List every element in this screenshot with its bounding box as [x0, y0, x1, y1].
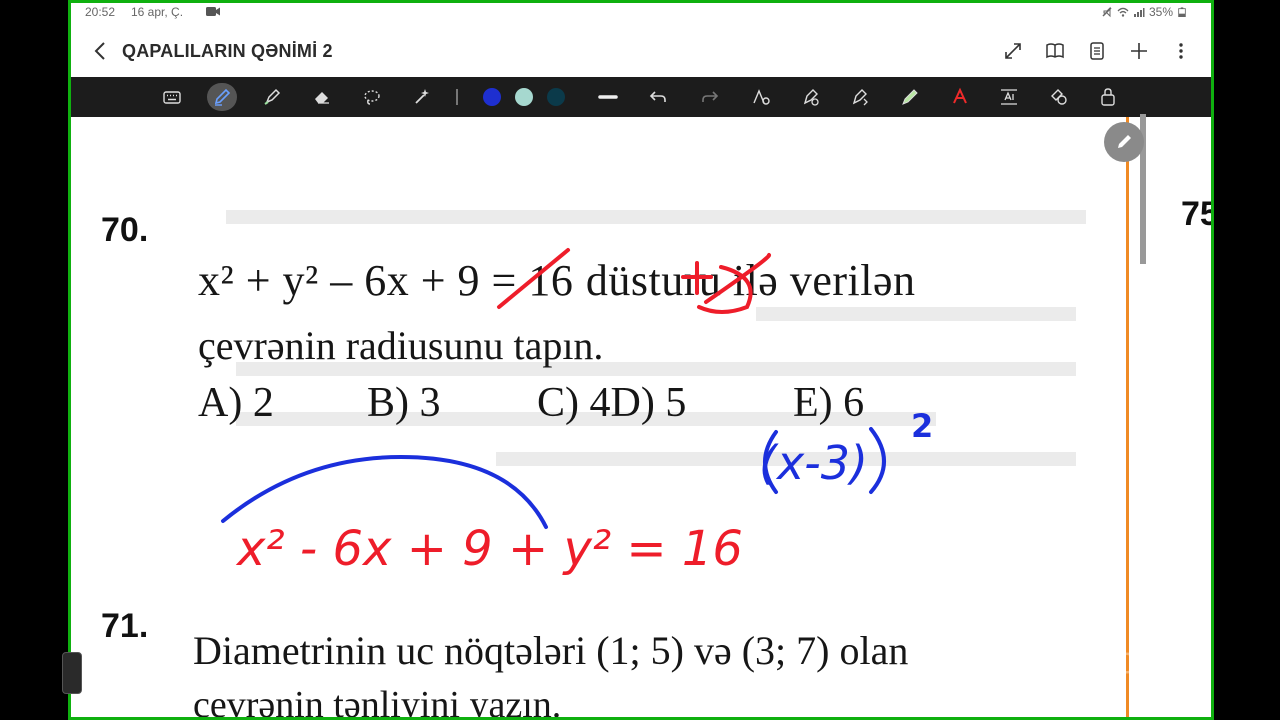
magic-icon	[415, 89, 429, 104]
plus-icon	[1131, 43, 1147, 59]
highlighter-tool[interactable]	[257, 83, 287, 111]
keyboard-icon	[163, 91, 181, 104]
format-icon	[852, 89, 868, 106]
text-box-tool[interactable]	[994, 83, 1024, 111]
wifi-icon	[1117, 7, 1129, 17]
option-a: A) 2	[198, 380, 274, 426]
question-70-line2: çevrənin radiusunu tapın.	[198, 323, 604, 368]
book-icon	[1046, 43, 1064, 59]
pencil-icon	[1118, 135, 1131, 148]
question-70-line1: x² + y² – 6x + 9 = 16 +9düsturu ilə veri…	[198, 255, 915, 306]
option-c-d: C) 4D) 5	[537, 380, 687, 426]
status-right: 35%	[1101, 5, 1187, 19]
pencil-color-icon	[902, 89, 918, 105]
shape-recognize-tool[interactable]	[746, 83, 776, 111]
option-b: B) 3	[367, 380, 441, 426]
green-frame: 20:52 16 apr, Ç. 35% QAPALILARIN QƏNİMİ …	[68, 0, 1214, 720]
zoom-watermark: zoom	[1096, 640, 1193, 682]
book-view-button[interactable]	[1043, 39, 1067, 63]
redo-icon	[702, 91, 719, 102]
signal-icon	[1133, 8, 1145, 17]
shapes-icon	[1051, 89, 1067, 105]
status-bar: 20:52 16 apr, Ç. 35%	[71, 3, 1211, 21]
question-71-line2: çevrənin tənliyini yazın.	[193, 684, 562, 717]
q70-text-a: x² + y² – 6x +	[198, 256, 458, 305]
text-recognize-icon	[953, 87, 967, 104]
battery-percent: 35%	[1148, 5, 1173, 19]
toolbar-separator	[456, 89, 458, 105]
more-options-button[interactable]	[1169, 39, 1193, 63]
stroke-width-tool[interactable]	[593, 83, 623, 111]
q70-text-c: düsturu ilə verilən	[585, 256, 916, 305]
lock-tool[interactable]	[1093, 83, 1123, 111]
redo-button[interactable]	[695, 83, 725, 111]
fill-tool[interactable]	[796, 83, 826, 111]
side-panel-handle[interactable]	[62, 652, 82, 694]
question-number-70: 70.	[101, 211, 149, 249]
undo-button[interactable]	[643, 83, 673, 111]
shape-recognize-icon	[753, 89, 770, 105]
color-swatch-teal[interactable]	[547, 88, 565, 106]
mute-icon	[1102, 6, 1112, 18]
pen-tool[interactable]	[207, 83, 237, 111]
floating-edit-button[interactable]	[1104, 122, 1144, 162]
line-width-icon	[598, 95, 618, 99]
lasso-tool[interactable]	[357, 83, 387, 111]
fullscreen-button[interactable]	[1001, 39, 1025, 63]
more-vertical-icon	[1179, 43, 1183, 59]
title-bar: QAPALILARIN QƏNİMİ 2	[71, 25, 1211, 77]
eraser-icon	[315, 92, 329, 104]
question-number-71: 71.	[101, 607, 149, 645]
lasso-icon	[364, 90, 380, 105]
fill-icon	[803, 89, 819, 106]
q70-struck-term: 9	[457, 256, 481, 305]
pen-icon	[214, 88, 231, 106]
option-e: E) 6	[793, 380, 865, 426]
back-button[interactable]	[89, 39, 111, 63]
page-list-button[interactable]	[1085, 39, 1109, 63]
eraser-tool[interactable]	[307, 83, 337, 111]
pencil-color-tool[interactable]	[895, 83, 925, 111]
lock-icon	[1101, 88, 1115, 106]
magic-tool[interactable]	[407, 83, 437, 111]
status-time: 20:52	[85, 5, 116, 19]
shapes-tool[interactable]	[1044, 83, 1074, 111]
question-71-line1: Diametrinin uc nöqtələri (1; 5) və (3; 7…	[193, 628, 909, 673]
chevron-left-icon	[94, 42, 105, 60]
battery-icon	[1178, 7, 1186, 17]
undo-icon	[649, 91, 666, 102]
page-icon	[1090, 42, 1104, 60]
title-actions	[1001, 39, 1193, 63]
keyboard-tool[interactable]	[157, 83, 187, 111]
q70-text-b: = 16	[480, 256, 585, 305]
status-date: 16 apr, Ç.	[131, 5, 184, 19]
video-camera-icon	[206, 7, 220, 16]
color-swatch-mint[interactable]	[515, 88, 533, 106]
text-box-icon	[1001, 89, 1017, 105]
tablet-screen: 20:52 16 apr, Ç. 35% QAPALILARIN QƏNİMİ …	[71, 3, 1211, 717]
page-edge	[1126, 117, 1129, 717]
format-tool[interactable]	[845, 83, 875, 111]
drawing-toolbar	[71, 77, 1211, 117]
next-page-number: 75	[1181, 195, 1211, 233]
text-recognize-tool[interactable]	[945, 83, 975, 111]
note-page[interactable]: 70. x² + y² – 6x + 9 = 16 +9düsturu ilə …	[71, 117, 1211, 717]
highlighter-icon	[264, 88, 281, 105]
add-page-button[interactable]	[1127, 39, 1151, 63]
page-title: QAPALILARIN QƏNİMİ 2	[122, 41, 333, 61]
color-swatch-blue[interactable]	[483, 88, 501, 106]
expand-icon	[1005, 43, 1021, 59]
